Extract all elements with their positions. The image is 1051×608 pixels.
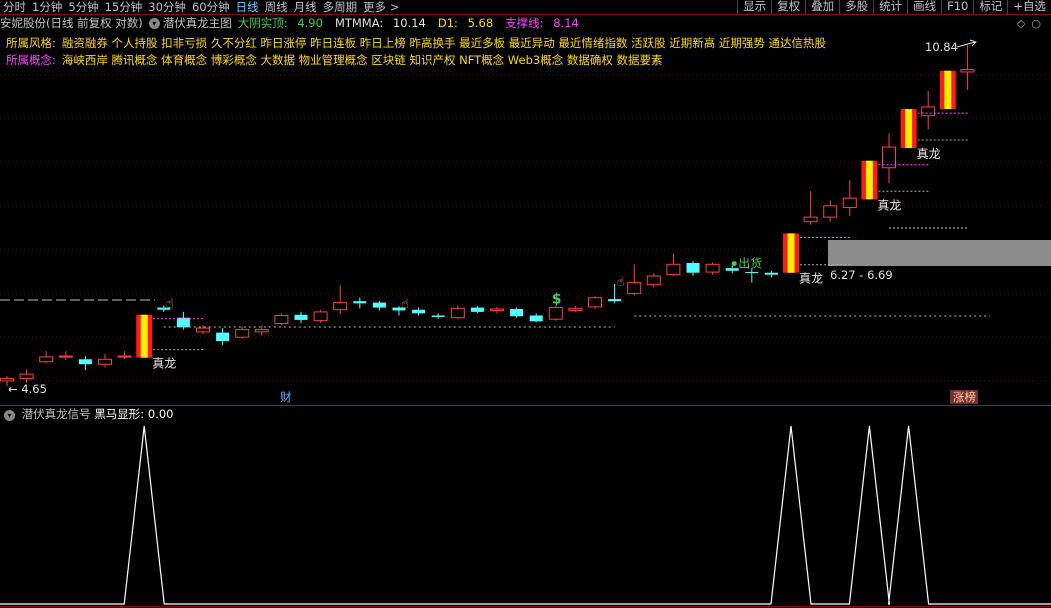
candle-body xyxy=(216,332,230,342)
sell-label: 出货 xyxy=(738,256,762,271)
limit-up-bar-inner xyxy=(787,233,795,273)
max-arrow-icon xyxy=(956,39,977,48)
candle-body xyxy=(921,106,936,117)
dollar-marker: $ xyxy=(552,291,562,307)
candle-body xyxy=(450,307,465,319)
candle-body xyxy=(745,272,759,274)
candle-body xyxy=(98,358,112,365)
candle-body xyxy=(412,309,426,314)
candle-body xyxy=(235,329,250,338)
candle-body xyxy=(431,315,445,317)
candle-body xyxy=(0,377,14,382)
dragon-label-2: 真龙 xyxy=(877,198,901,212)
hand-marker-2: ☝ xyxy=(617,275,625,290)
candle-body xyxy=(372,302,386,308)
candle-body xyxy=(510,309,524,317)
candle-body xyxy=(588,297,602,308)
limit-up-bar-inner xyxy=(140,314,148,358)
range-label: 6.27 - 6.69 xyxy=(830,268,893,282)
candle-body xyxy=(960,69,975,73)
max-price-label: 10.84 xyxy=(925,40,958,54)
dragon-label-0: 真龙 xyxy=(152,357,176,371)
candle-body xyxy=(803,216,818,223)
candle-body xyxy=(608,299,622,302)
signal-line xyxy=(0,425,1051,605)
candle-body xyxy=(627,282,642,295)
limit-up-bar-inner xyxy=(944,70,952,110)
candle-body xyxy=(333,302,348,311)
dragon-label-1: 真龙 xyxy=(799,272,823,286)
hand-marker-0: ☝ xyxy=(166,296,174,311)
candle-body xyxy=(117,355,132,358)
subchart-title-row: ▾ 潜伏真龙信号 黑马显形: 0.00 xyxy=(4,406,173,422)
limit-up-bar-inner xyxy=(865,160,873,200)
candle-body xyxy=(764,272,778,275)
candle-body xyxy=(548,307,563,320)
candle-body xyxy=(353,301,367,304)
candle-body xyxy=(882,146,896,169)
candle-body xyxy=(686,263,700,273)
limit-up-bar-inner xyxy=(905,109,913,149)
candle-body xyxy=(19,373,34,379)
limit-list-marker: 涨榜 xyxy=(953,390,976,404)
candle-body xyxy=(646,275,661,286)
candle-body xyxy=(58,355,73,358)
dragon-label-3: 真龙 xyxy=(917,147,941,161)
kline-chart[interactable]: 6.27 - 6.69真龙真龙真龙真龙☝ ☝☝$出货10.84← 4.65财 涨榜 xyxy=(0,0,1051,608)
hand-marker-1: ☝ xyxy=(401,297,409,312)
candle-body xyxy=(666,263,681,276)
subchart-value-label: 黑马显形: xyxy=(94,407,145,421)
candle-body xyxy=(254,329,269,333)
min-price-label: ← 4.65 xyxy=(8,382,47,396)
candle-body xyxy=(725,268,739,271)
candle-body xyxy=(39,356,54,363)
candle-body xyxy=(274,315,289,325)
candle-body xyxy=(313,311,328,322)
candle-body xyxy=(842,197,857,209)
subchart-toggle-icon[interactable]: ▾ xyxy=(4,410,15,421)
sell-dot xyxy=(731,261,737,267)
candle-body xyxy=(823,205,838,218)
candle-body xyxy=(490,308,504,311)
candle-body xyxy=(705,263,720,273)
candle-body xyxy=(78,359,92,365)
subchart-value: 0.00 xyxy=(147,407,174,421)
price-range-band xyxy=(828,240,1051,266)
subchart-title[interactable]: 潜伏真龙信号 xyxy=(22,407,91,421)
candle-body xyxy=(529,315,543,322)
candle-body xyxy=(568,307,583,311)
finance-marker: 财 xyxy=(280,390,292,404)
candle-body xyxy=(196,327,210,333)
candle-body xyxy=(470,307,484,312)
candle-body xyxy=(294,314,308,320)
